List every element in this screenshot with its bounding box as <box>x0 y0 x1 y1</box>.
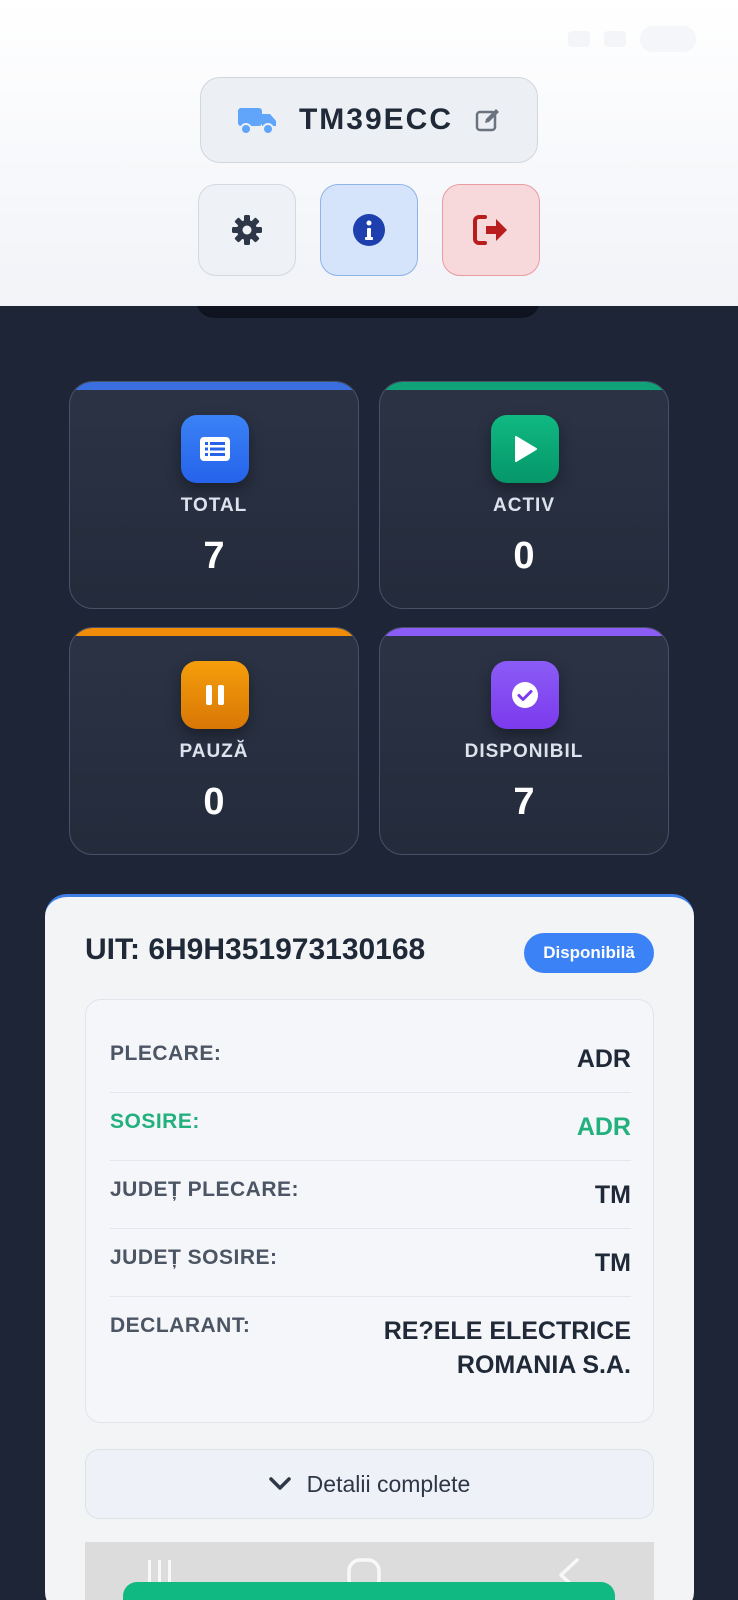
divider <box>110 1296 631 1297</box>
row-label: JUDEȚ PLECARE: <box>110 1178 300 1201</box>
stat-value: 7 <box>513 781 535 823</box>
divider <box>110 1092 631 1093</box>
card-accent-bar <box>380 382 668 390</box>
stat-card-available[interactable]: DISPONIBIL 7 <box>379 627 669 855</box>
stat-value: 0 <box>513 535 535 577</box>
row-value: RE?ELE ELECTRICE ROMANIA S.A. <box>383 1317 631 1379</box>
row-value: TM <box>594 1181 631 1209</box>
info-icon <box>353 214 385 246</box>
logout-button[interactable] <box>442 184 540 276</box>
pause-icon <box>181 661 249 729</box>
row-departure-county: JUDEȚ PLECARE: TM <box>110 1178 631 1212</box>
stat-label: ACTIV <box>493 495 555 516</box>
stat-label: DISPONIBIL <box>464 741 584 762</box>
start-button[interactable] <box>123 1582 615 1600</box>
check-circle-icon <box>491 661 559 729</box>
row-arrival-county: JUDEȚ SOSIRE: TM <box>110 1246 631 1280</box>
row-value: TM <box>594 1249 631 1277</box>
battery-icon <box>640 26 696 52</box>
stat-card-pause[interactable]: PAUZĂ 0 <box>69 627 359 855</box>
vehicle-plate: TM39ECC <box>298 103 454 136</box>
row-value: ADR <box>576 1113 631 1141</box>
details-label: Detalii complete <box>306 1470 471 1497</box>
stat-card-total[interactable]: TOTAL 7 <box>69 381 359 609</box>
status-badge: Disponibilă <box>524 933 654 973</box>
signal-icon <box>604 31 626 47</box>
card-accent-bar <box>70 382 358 390</box>
row-value: ADR <box>576 1045 631 1073</box>
stat-label: PAUZĂ <box>179 741 249 762</box>
app-header: TM39ECC <box>0 0 738 306</box>
row-label: DECLARANT: <box>110 1314 251 1337</box>
row-label: PLECARE: <box>110 1042 222 1065</box>
list-icon <box>181 415 249 483</box>
truck-icon <box>237 108 276 135</box>
transport-card[interactable]: UIT: 6H9H351973130168 Disponibilă PLECAR… <box>45 894 694 1600</box>
row-label: JUDEȚ SOSIRE: <box>110 1246 278 1269</box>
divider <box>110 1160 631 1161</box>
status-bar-right <box>568 26 696 52</box>
status-bar-left <box>70 30 260 52</box>
divider <box>110 1228 631 1229</box>
logout-icon <box>473 215 507 245</box>
card-accent-bar <box>70 628 358 636</box>
settings-button[interactable] <box>198 184 296 276</box>
edit-icon[interactable] <box>475 107 501 133</box>
gear-icon <box>232 215 262 245</box>
stat-value: 7 <box>203 535 225 577</box>
play-icon <box>491 415 559 483</box>
info-button[interactable] <box>320 184 418 276</box>
transport-info: PLECARE: ADR SOSIRE: ADR JUDEȚ PLECARE: … <box>85 999 654 1423</box>
vehicle-selector[interactable]: TM39ECC <box>200 77 538 163</box>
card-accent-bar <box>380 628 668 636</box>
details-toggle-button[interactable]: Detalii complete <box>85 1449 654 1519</box>
stat-value: 0 <box>203 781 225 823</box>
status-bar <box>0 0 738 72</box>
stat-label: TOTAL <box>180 495 248 516</box>
stat-card-active[interactable]: ACTIV 0 <box>379 381 669 609</box>
uit-title: UIT: 6H9H351973130168 <box>85 933 426 966</box>
row-arrival: SOSIRE: ADR <box>110 1110 631 1144</box>
wifi-icon <box>568 31 590 47</box>
row-departure: PLECARE: ADR <box>110 1042 631 1076</box>
row-declarant: DECLARANT: RE?ELE ELECTRICE ROMANIA S.A. <box>110 1314 631 1382</box>
chevron-down-icon <box>268 1477 291 1490</box>
row-label: SOSIRE: <box>110 1110 200 1133</box>
